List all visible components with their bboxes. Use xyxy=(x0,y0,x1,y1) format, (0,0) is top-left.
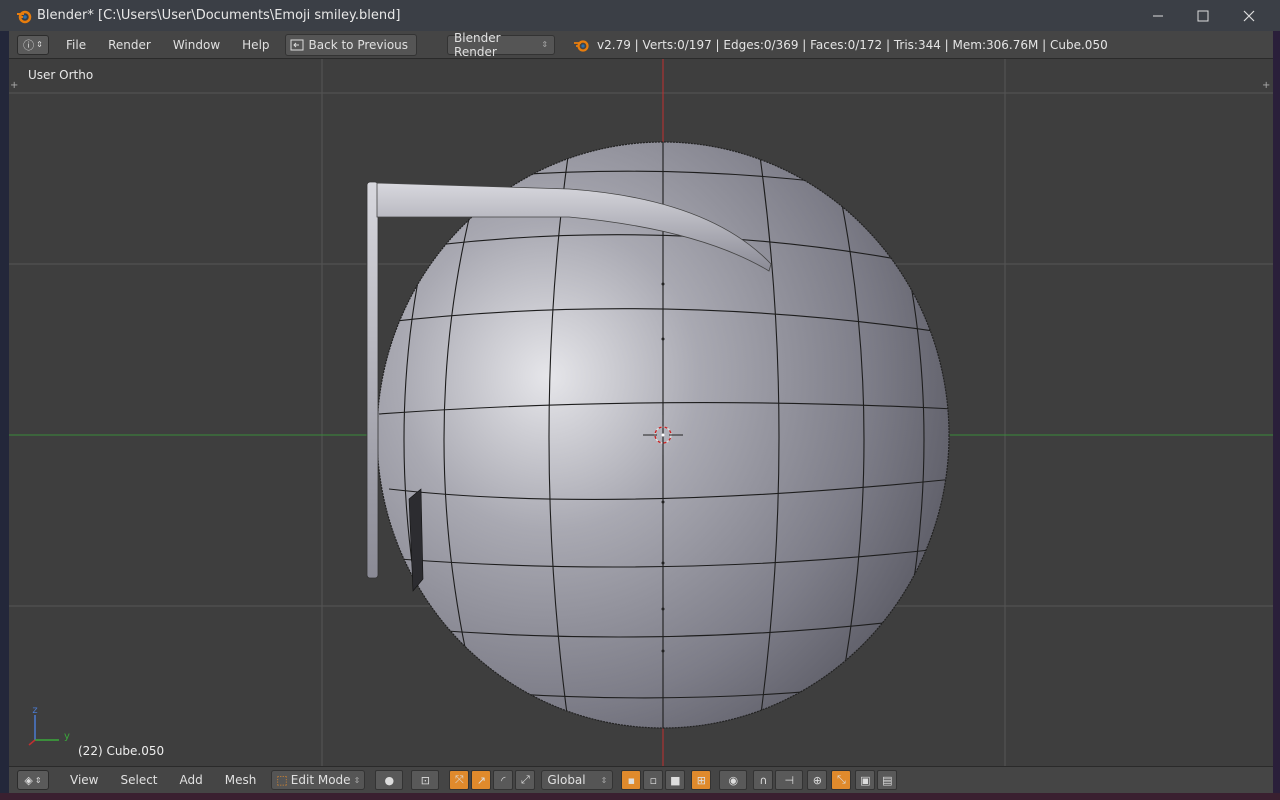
scene-stats: v2.79 | Verts:0/197 | Edges:0/369 | Face… xyxy=(573,38,1108,52)
proportional-edit-icon: ◉ xyxy=(728,773,739,787)
viewport-shading-select[interactable]: ● xyxy=(375,770,404,790)
info-icon: ⓘ xyxy=(23,38,35,52)
dropdown-arrows-icon: ⇕ xyxy=(541,40,549,49)
axis-y-label: y xyxy=(64,731,70,742)
render-engine-select[interactable]: Blender Render ⇕ xyxy=(447,31,556,59)
edge-select-icon: ▫ xyxy=(649,773,658,787)
menu-select[interactable]: Select xyxy=(109,773,168,787)
axis-gizmo: z y xyxy=(28,705,70,746)
clapper-icon: ▤ xyxy=(882,773,893,787)
edge-select-mode-button[interactable]: ▫ xyxy=(643,770,664,790)
pivot-icon: ⊡ xyxy=(420,773,430,787)
menu-view[interactable]: View xyxy=(59,773,109,787)
object-info: (22) Cube.050 xyxy=(78,744,165,758)
stats-text: v2.79 | Verts:0/197 | Edges:0/369 | Face… xyxy=(597,37,1108,52)
minimize-icon xyxy=(1153,15,1163,16)
window-titlebar: Blender* [C:\Users\User\Documents\Emoji … xyxy=(0,0,1280,31)
translate-icon: ↗ xyxy=(476,773,486,787)
limit-visible-icon: ⊞ xyxy=(696,773,706,787)
dropdown-arrows-icon: ⇕ xyxy=(353,775,361,785)
transform-orientation-value: Global xyxy=(547,773,586,787)
manipulator-icon: ⤧ xyxy=(454,773,464,786)
snap-increment-icon: ⊣ xyxy=(784,773,795,787)
minimize-button[interactable] xyxy=(1135,0,1181,31)
rotate-icon: ◜ xyxy=(501,773,506,787)
window-title: Blender* [C:\Users\User\Documents\Emoji … xyxy=(37,8,401,23)
properties-toggle-icon[interactable]: + xyxy=(1262,81,1272,91)
camera-icon: ▣ xyxy=(860,773,871,787)
interaction-mode-value: Edit Mode xyxy=(290,773,351,787)
translate-manipulator-button[interactable]: ↗ xyxy=(471,770,492,790)
face-select-icon: ■ xyxy=(670,773,681,787)
vertex-select-icon: ▪ xyxy=(627,773,636,787)
back-to-previous-button[interactable]: Back to Previous xyxy=(284,33,418,56)
desktop-background-left xyxy=(0,31,9,800)
blender-logo-icon xyxy=(574,39,589,52)
snap-element-select[interactable]: ⊣ xyxy=(775,770,804,790)
edit-mode-icon: ⬚ xyxy=(276,773,288,787)
manipulator-toggle[interactable]: ⤧ xyxy=(449,770,470,790)
menu-add[interactable]: Add xyxy=(169,773,214,787)
back-screen-icon xyxy=(290,39,304,50)
editor-type-selector-3d[interactable]: ◈ ⇕ xyxy=(17,770,49,790)
proportional-editing-select[interactable]: ◉ xyxy=(719,770,748,790)
opengl-animation-button[interactable]: ▤ xyxy=(877,770,898,790)
snap-target-icon: ⊕ xyxy=(812,773,822,787)
view3d-header: ◈ ⇕ View Select Add Mesh ⬚ Edit Mode ⇕ ● … xyxy=(9,766,1273,793)
tool-shelf-toggle-icon[interactable]: + xyxy=(10,81,20,91)
limit-selection-visible-button[interactable]: ⊞ xyxy=(691,770,712,790)
back-to-previous-label: Back to Previous xyxy=(308,37,409,52)
menu-help[interactable]: Help xyxy=(231,38,280,52)
auto-merge-icon: ⤡ xyxy=(836,773,846,786)
viewport-canvas[interactable]: z y xyxy=(9,59,1273,766)
snap-toggle-button[interactable]: ∩ xyxy=(753,770,774,790)
interaction-mode-select[interactable]: ⬚ Edit Mode ⇕ xyxy=(271,770,366,790)
desktop-background-bottom xyxy=(0,793,1280,800)
axis-z-label: z xyxy=(32,705,37,716)
scale-icon: ⤢ xyxy=(520,773,530,786)
editor-type-selector[interactable]: ⓘ ⇕ xyxy=(17,34,49,55)
scale-manipulator-button[interactable]: ⤢ xyxy=(515,770,536,790)
solid-shading-icon: ● xyxy=(384,773,395,787)
snap-target-button[interactable]: ⊕ xyxy=(807,770,828,790)
rotate-manipulator-button[interactable]: ◜ xyxy=(493,770,514,790)
maximize-icon xyxy=(1197,10,1209,21)
auto-merge-button[interactable]: ⤡ xyxy=(831,770,852,790)
menu-render[interactable]: Render xyxy=(97,38,162,52)
close-button[interactable] xyxy=(1226,0,1272,31)
view-label: User Ortho xyxy=(28,68,94,82)
vertex-select-mode-button[interactable]: ▪ xyxy=(621,770,642,790)
menu-window[interactable]: Window xyxy=(162,38,231,52)
menu-file[interactable]: File xyxy=(55,38,97,52)
dropdown-arrows-icon: ⇕ xyxy=(600,775,608,785)
blender-logo-icon xyxy=(17,10,32,23)
close-icon xyxy=(1243,10,1255,21)
desktop-background-right xyxy=(1273,31,1280,800)
maximize-button[interactable] xyxy=(1180,0,1226,31)
render-engine-value: Blender Render xyxy=(454,30,501,59)
magnet-icon: ∩ xyxy=(759,773,768,787)
info-header: ⓘ ⇕ File Render Window Help Back to Previ… xyxy=(9,31,1273,59)
transform-orientation-select[interactable]: Global ⇕ xyxy=(541,770,614,790)
menu-mesh[interactable]: Mesh xyxy=(214,773,268,787)
opengl-render-button[interactable]: ▣ xyxy=(855,770,876,790)
cube-icon: ◈ xyxy=(24,773,33,787)
pivot-point-select[interactable]: ⊡ xyxy=(411,770,440,790)
3d-viewport[interactable]: z y User Ortho + + (22) Cube.050 xyxy=(9,59,1273,766)
face-select-mode-button[interactable]: ■ xyxy=(665,770,686,790)
